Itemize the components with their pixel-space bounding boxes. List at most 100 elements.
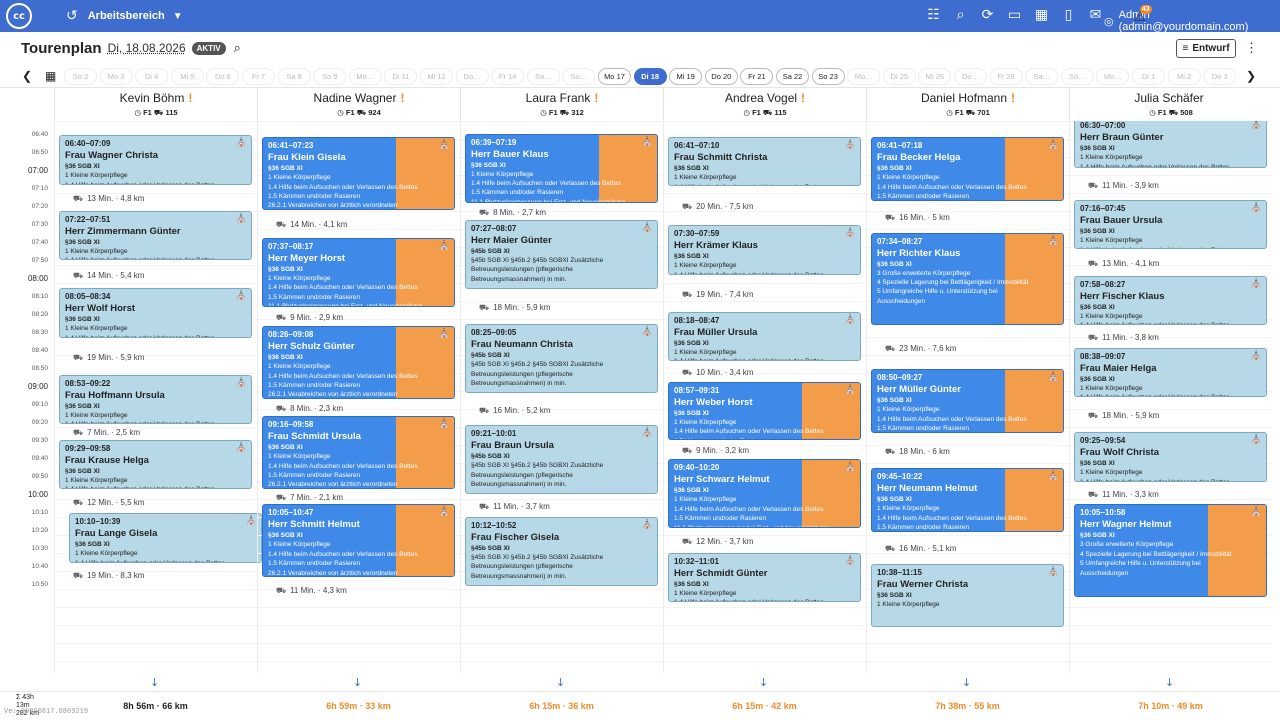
user-menu[interactable]: ◎ Admin (admin@yourdomain.com) [1104,9,1280,33]
service-type-icon[interactable]: ⛪ [236,291,247,301]
visit-card[interactable]: 10:10–10:39 Frau Lange Gisela §36 SGB XI 1 … [69,513,262,563]
date-pill[interactable]: Mo… [348,68,382,85]
visit-card[interactable]: 07:34–08:27 Herr Richter Klaus §36 SGB XI 3… [871,232,1064,325]
refresh-icon[interactable]: ⟳ [979,6,996,23]
visit-card[interactable]: 10:12–10:52 Frau Fischer Gisela §45b SGB X… [465,517,658,586]
service-type-icon[interactable]: ⛪ [845,140,856,150]
visit-card[interactable]: 08:25–09:05 Frau Neumann Christa §45b SGB … [465,324,658,394]
visit-card[interactable]: 10:05–10:58 Herr Wagner Helmut §36 SGB XI 3… [1074,504,1267,597]
history-icon[interactable]: ↺ [66,8,78,24]
service-type-icon[interactable]: ⛪ [439,419,450,429]
date-pill[interactable]: So 2 [64,68,97,85]
date-pill[interactable]: Di 25 [882,68,916,85]
date-pill[interactable]: Do 3 [1203,68,1237,85]
service-type-icon[interactable]: ⛪ [1048,471,1059,481]
staff-header[interactable]: Kevin Böhm! ◷ F1 ⛟ 115 [54,88,257,120]
arrow-down-icon[interactable]: ↓ [1165,676,1174,689]
visit-card[interactable]: 06:41–07:18 Frau Becker Helga §36 SGB XI 1 … [871,137,1064,201]
arrow-down-icon[interactable]: ↓ [556,676,565,689]
service-type-icon[interactable]: ⛪ [439,329,450,339]
date-pill[interactable]: Di 1 [1132,68,1165,85]
service-type-icon[interactable]: ⛪ [236,378,247,388]
service-type-icon[interactable]: ⛪ [439,140,450,150]
date-pill[interactable]: Di 18 [633,68,667,85]
service-type-icon[interactable]: ⛪ [1251,507,1262,517]
date-pill[interactable]: Mi 12 [420,68,453,85]
date-pill[interactable]: Mo 17 [598,68,631,85]
chevron-right-icon[interactable]: ❯ [1246,69,1256,83]
date-pill[interactable]: Mo 3 [99,68,133,85]
visit-card[interactable]: 10:38–11:15 Frau Werner Christa §36 SGB XI… [871,563,1064,628]
service-type-icon[interactable]: ⛪ [1048,567,1059,577]
service-type-icon[interactable]: ⛪ [1048,372,1059,382]
service-type-icon[interactable]: ⛪ [439,507,450,517]
service-type-icon[interactable]: ⛪ [236,443,247,453]
date-pill[interactable]: Fr 28 [989,68,1023,85]
visit-card[interactable]: 06:39–07:19 Herr Bauer Klaus §36 SGB XI 1 K… [465,133,658,203]
apps-grid-icon[interactable]: ☷ [925,6,942,23]
date-pill[interactable]: Do 20 [704,68,738,85]
notification-icon[interactable]: ⚠ 43 [1134,5,1152,25]
staff-header[interactable]: Julia Schäfer ◷ F1 ⛟ 508 [1069,88,1272,120]
more-options-icon[interactable]: ⋮ [1245,40,1258,56]
arrow-down-icon[interactable]: ↓ [353,676,362,689]
visit-card[interactable]: 08:57–09:31 Herr Weber Horst §36 SGB XI 1 K… [668,382,861,441]
service-type-icon[interactable]: ⛪ [642,137,653,147]
service-type-icon[interactable]: ⛪ [642,327,653,337]
visit-card[interactable]: 07:16–07:45 Frau Bauer Ursula §36 SGB XI 1 … [1074,200,1267,250]
calendar-icon[interactable]: ▦ [1033,6,1050,23]
service-type-icon[interactable]: ⛪ [845,462,856,472]
visit-card[interactable]: 09:45–10:22 Herr Neumann Helmut §36 SGB XI… [871,468,1064,532]
date-pill[interactable]: Fr 7 [242,68,275,85]
tablet-icon[interactable]: ▯ [1060,6,1077,23]
service-type-icon[interactable]: ⛪ [845,556,856,566]
service-type-icon[interactable]: ⛪ [1251,203,1262,213]
date-pill[interactable]: Fr 14 [491,68,525,85]
date-pill[interactable]: So 23 [811,68,845,85]
service-type-icon[interactable]: ⛪ [1251,279,1262,289]
date-pill[interactable]: Mi 5 [170,68,204,85]
visit-card[interactable]: 08:05–08:34 Herr Wolf Horst §36 SGB XI 1 Kl… [59,288,252,338]
visit-card[interactable]: 08:38–09:07 Frau Maier Helga §36 SGB XI 1 K… [1074,347,1267,397]
service-type-icon[interactable]: ⛪ [1048,236,1059,246]
visit-card[interactable]: 08:50–09:27 Herr Müller Günter §36 SGB XI 1… [871,369,1064,433]
date-pill[interactable]: Mi 19 [669,68,703,85]
service-type-icon[interactable]: ⛪ [236,138,247,148]
arrow-down-icon[interactable]: ↓ [150,676,159,689]
visit-card[interactable]: 07:58–08:27 Herr Fischer Klaus §36 SGB XI 1… [1074,275,1267,325]
visit-card[interactable]: 07:30–07:59 Herr Krämer Klaus §36 SGB XI 1 … [668,225,861,275]
chat-icon[interactable]: ▭ [1006,6,1023,23]
staff-header[interactable]: Daniel Hofmann! ◷ F1 ⛟ 701 [866,88,1069,120]
staff-header[interactable]: Andrea Vogel! ◷ F1 ⛟ 115 [663,88,866,120]
visit-card[interactable]: 09:40–10:20 Herr Schwarz Helmut §36 SGB XI… [668,459,861,529]
staff-header[interactable]: Laura Frank! ◷ F1 ⛟ 312 [460,88,663,120]
date-pill[interactable]: Mi 26 [918,68,952,85]
app-logo[interactable]: cc [6,3,32,29]
date-pill[interactable]: Sa… [1025,68,1059,85]
visit-card[interactable]: 10:32–11:01 Herr Schmidt Günter §36 SGB XI… [668,553,861,603]
date-pill[interactable]: Do… [954,68,987,85]
service-type-icon[interactable]: ⛪ [1048,140,1059,150]
visit-card[interactable]: 07:37–08:17 Herr Meyer Horst §36 SGB XI 1 K… [262,238,455,307]
date-pill[interactable]: Sa 8 [277,68,311,85]
date-pill[interactable]: Sa… [526,68,560,85]
date-pill[interactable]: Fr 21 [740,68,774,85]
visit-card[interactable]: 06:41–07:10 Frau Schmitt Christa §36 SGB X… [668,137,861,187]
date-pill[interactable]: Sa 22 [776,68,809,85]
arrow-down-icon[interactable]: ↓ [759,676,768,689]
date-pill[interactable]: Mo… [1096,68,1130,85]
draft-button[interactable]: ≡ Entwurf [1176,39,1236,58]
visit-card[interactable]: 09:16–09:58 Frau Schmidt Ursula §36 SGB XI… [262,416,455,489]
service-type-icon[interactable]: ⛪ [642,223,653,233]
calendar-icon[interactable]: ▦ [45,69,56,83]
date-pill[interactable]: Do… [455,68,489,85]
workspace-selector[interactable]: Arbeitsbereich [88,10,165,22]
chevron-down-icon[interactable]: ▼ [173,11,183,22]
visit-card[interactable]: 06:30–07:00 Herr Braun Günter §36 SGB XI 1 … [1074,121,1267,169]
service-type-icon[interactable]: ⛪ [642,520,653,530]
visit-card[interactable]: 07:27–08:07 Herr Maier Günter §45b SGB XI §… [465,220,658,289]
service-type-icon[interactable]: ⛪ [1251,121,1262,130]
date-picker-link[interactable]: Di, 18.08.2026 [108,41,186,55]
visit-card[interactable]: 08:18–08:47 Frau Müller Ursula §36 SGB XI 1… [668,311,861,361]
visit-card[interactable]: 10:05–10:47 Herr Schmitt Helmut §36 SGB XI… [262,504,455,577]
